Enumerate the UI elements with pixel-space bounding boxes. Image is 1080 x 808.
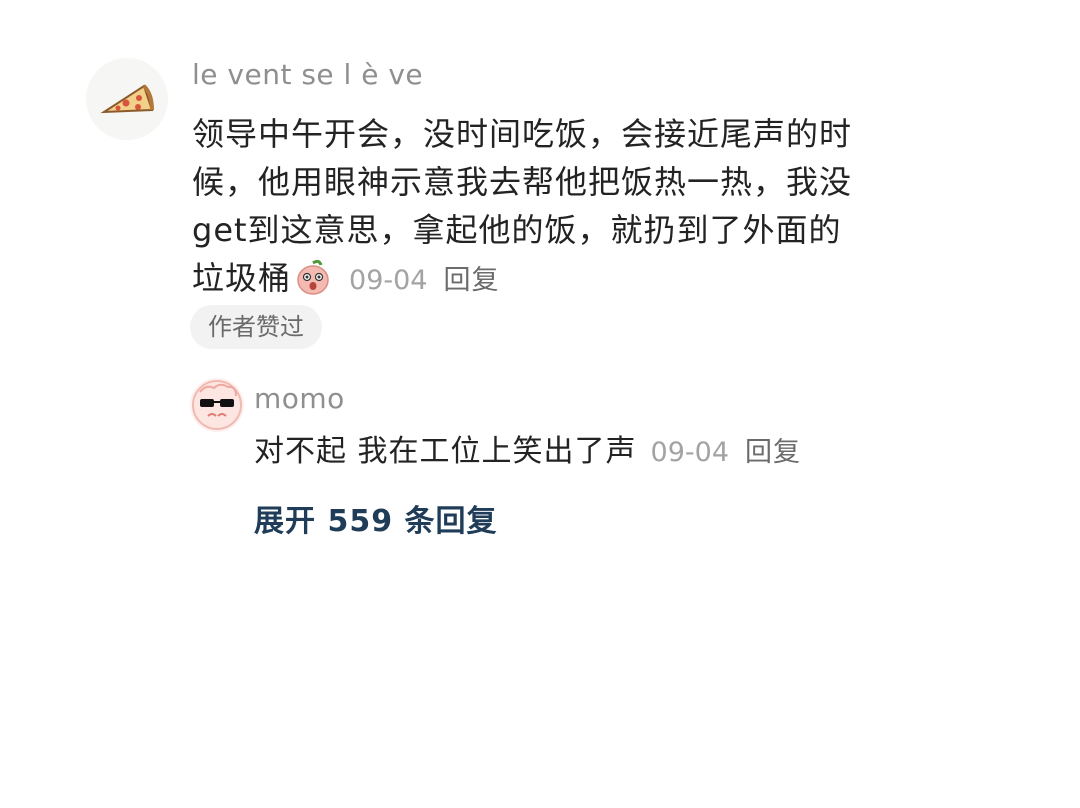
comment-date: 09-04 [349,265,428,296]
commenter-avatar[interactable] [86,58,168,140]
comment-body: 领导中午开会，没时间吃饭，会接近尾声的时 候，他用眼神示意我去帮他把饭热一热，我… [192,110,912,302]
commenter-username[interactable]: le vent se l è ve [192,58,423,91]
comment-line: 领导中午开会，没时间吃饭，会接近尾声的时 [192,115,853,153]
comment-reply-button[interactable]: 回复 [443,265,499,296]
expand-replies-link[interactable]: 展开 559 条回复 [254,498,498,546]
comment-last-line: 垃圾桶 09-04 回复 [192,254,912,302]
author-liked-badge: 作者赞过 [190,305,322,349]
comment-line: get到这意思，拿起他的饭，就扔到了外面的 [192,211,842,249]
reply-reply-button[interactable]: 回复 [745,437,801,468]
peach-surprised-emoji-icon [293,257,333,310]
pizza-slice-icon [100,84,154,114]
reply-username[interactable]: momo [254,382,345,415]
reply-date: 09-04 [650,437,730,468]
comment-line: 垃圾桶 [192,259,292,297]
comment-line: 候，他用眼神示意我去帮他把饭热一热，我没 [192,163,853,201]
reply-avatar[interactable] [190,378,244,432]
reply-body: 对不起 我在工位上笑出了声 09-04 回复 [254,428,801,477]
sunglasses-face-icon [192,380,242,430]
reply-text: 对不起 我在工位上笑出了声 [254,434,637,469]
